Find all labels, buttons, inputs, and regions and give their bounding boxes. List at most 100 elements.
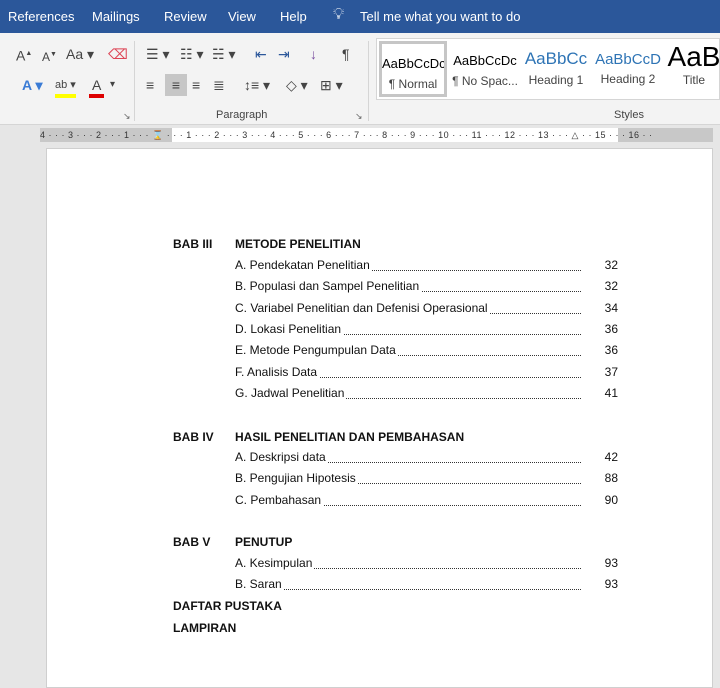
toc-entry: A. Kesimpulan	[235, 556, 581, 572]
toc-entry-label: D. Lokasi Penelitian	[235, 322, 344, 336]
toc-entry-label: B. Saran	[235, 577, 284, 591]
divider	[368, 41, 369, 121]
chapter-number: BAB V	[173, 535, 211, 549]
toc-entry-label: A. Deskripsi data	[235, 450, 328, 464]
style-preview: AaB	[667, 41, 720, 72]
toc-entry: F. Analisis Data	[235, 365, 581, 381]
ruler-ticks: 4 · · · 3 · · · 2 · · · 1 · · · ⌛ · · · …	[40, 130, 653, 140]
text-effects-icon[interactable]: A ▾	[22, 76, 43, 94]
paragraph-dialog-launcher[interactable]: ↘	[355, 111, 363, 122]
chapter-number: BAB IV	[173, 430, 214, 444]
chapter-title: PENUTUP	[235, 535, 293, 549]
align-left-icon[interactable]: ≡	[146, 76, 154, 94]
highlight-icon[interactable]: ab ▾	[55, 76, 76, 98]
divider	[134, 41, 135, 121]
lightbulb-icon: 💡︎	[333, 6, 345, 23]
toc-entry: C. Pembahasan	[235, 493, 581, 509]
toc-entry: B. Populasi dan Sampel Penelitian	[235, 279, 581, 295]
style-heading-1[interactable]: AaBbCc Heading 1	[523, 41, 589, 97]
chapter-title: METODE PENELITIAN	[235, 237, 361, 251]
font-dialog-launcher[interactable]: ↘	[123, 111, 131, 122]
paragraph-group-label: Paragraph	[216, 109, 268, 121]
style-heading-2[interactable]: AaBbCcD Heading 2	[595, 41, 661, 97]
styles-group-label: Styles	[614, 109, 644, 121]
toc-page: 93	[604, 577, 618, 591]
daftar-pustaka-heading: DAFTAR PUSTAKA	[173, 599, 282, 613]
line-spacing-icon[interactable]: ↕≡ ▾	[244, 76, 270, 94]
toc-page: 42	[604, 450, 618, 464]
tab-view[interactable]: View	[228, 9, 256, 24]
toc-page: 37	[604, 365, 618, 379]
toc-page: 93	[604, 556, 618, 570]
toc-entry-label: E. Metode Pengumpulan Data	[235, 343, 398, 357]
lampiran-heading: LAMPIRAN	[173, 621, 237, 635]
toc-entry-label: C. Pembahasan	[235, 493, 324, 507]
style-preview: AaBbCcD	[595, 51, 661, 68]
toc-entry-label: G. Jadwal Penelitian	[235, 386, 347, 400]
style-name: Heading 1	[528, 73, 584, 87]
toc-entry: G. Jadwal Penelitian	[235, 386, 581, 402]
justify-icon[interactable]: ≣	[213, 76, 225, 94]
toc-entry-label: C. Variabel Penelitian dan Defenisi Oper…	[235, 301, 490, 315]
style-name: ¶ Normal	[388, 77, 438, 91]
toc-page: 34	[604, 301, 618, 315]
decrease-indent-icon[interactable]: ⇤	[255, 45, 267, 63]
chapter-title: HASIL PENELITIAN DAN PEMBAHASAN	[235, 430, 465, 444]
borders-icon[interactable]: ⊞ ▾	[320, 76, 343, 94]
toc-entry: E. Metode Pengumpulan Data	[235, 343, 581, 359]
align-right-icon[interactable]: ≡	[192, 76, 200, 94]
tell-me-search[interactable]: Tell me what you want to do	[360, 9, 520, 24]
style-no-spacing[interactable]: AaBbCcDc ¶ No Spac...	[451, 41, 519, 97]
toc-entry: A. Pendekatan Penelitian	[235, 258, 581, 274]
tab-review[interactable]: Review	[164, 9, 207, 24]
increase-indent-icon[interactable]: ⇥	[278, 45, 290, 63]
toc-entry: A. Deskripsi data	[235, 450, 581, 466]
toc-page: 90	[604, 493, 618, 507]
toc-page: 32	[604, 258, 618, 272]
tab-help[interactable]: Help	[280, 9, 307, 24]
style-title[interactable]: AaB Title	[667, 41, 720, 97]
horizontal-ruler[interactable]: 4 · · · 3 · · · 2 · · · 1 · · · ⌛ · · · …	[40, 128, 713, 142]
toc-entry-label: A. Kesimpulan	[235, 556, 315, 570]
bullets-icon[interactable]: ☰ ▾	[146, 45, 169, 63]
align-center-icon[interactable]: ≡	[165, 74, 187, 96]
style-normal[interactable]: AaBbCcDc ¶ Normal	[379, 41, 447, 97]
style-preview: AaBbCcDc	[382, 56, 444, 71]
font-color-dropdown[interactable]: ▾	[110, 76, 115, 94]
toc-entry: B. Pengujian Hipotesis	[235, 471, 581, 487]
toc-page: 36	[604, 322, 618, 336]
shading-icon[interactable]: ◇ ▾	[286, 76, 308, 94]
toc-page: 32	[604, 279, 618, 293]
toc-page: 88	[604, 471, 618, 485]
toc-page: 41	[604, 386, 618, 400]
style-name: ¶ No Spac...	[452, 74, 518, 88]
shrink-font-icon[interactable]: A▼	[42, 46, 57, 66]
toc-entry-label: B. Pengujian Hipotesis	[235, 471, 358, 485]
tab-references[interactable]: References	[8, 9, 74, 24]
tab-mailings[interactable]: Mailings	[92, 9, 140, 24]
toc-entry: D. Lokasi Penelitian	[235, 322, 581, 338]
numbering-icon[interactable]: ☷ ▾	[180, 45, 203, 63]
styles-gallery: AaBbCcDc ¶ Normal AaBbCcDc ¶ No Spac... Aa…	[376, 38, 720, 100]
change-case-label: Aa	[66, 46, 84, 62]
show-marks-icon[interactable]: ¶	[342, 45, 350, 63]
document-page[interactable]	[46, 148, 713, 688]
chapter-number: BAB III	[173, 237, 213, 251]
style-preview: AaBbCc	[524, 49, 588, 68]
font-color-icon[interactable]: A	[89, 76, 105, 98]
toc-entry: C. Variabel Penelitian dan Defenisi Oper…	[235, 301, 581, 317]
ribbon: A▲ A▼ Aa ▾ ⌫ A ▾ ab ▾ A ▾ ↘ ☰ ▾ ☷ ▾ ☵ ▾ …	[0, 33, 720, 125]
multilevel-list-icon[interactable]: ☵ ▾	[212, 45, 235, 63]
toc-page: 36	[604, 343, 618, 357]
toc-entry-label: A. Pendekatan Penelitian	[235, 258, 372, 272]
toc-entry-label: F. Analisis Data	[235, 365, 320, 379]
toc-entry: B. Saran	[235, 577, 581, 593]
style-name: Title	[682, 73, 706, 87]
clear-formatting-icon[interactable]: ⌫	[108, 45, 128, 63]
style-preview: AaBbCcDc	[453, 53, 517, 68]
toc-entry-label: B. Populasi dan Sampel Penelitian	[235, 279, 422, 293]
ribbon-tabs: References Mailings Review View Help 💡︎ …	[0, 0, 720, 33]
sort-icon[interactable]: ↓	[310, 45, 317, 63]
grow-font-icon[interactable]: A▲	[16, 45, 32, 65]
change-case-button[interactable]: Aa ▾	[66, 45, 94, 63]
